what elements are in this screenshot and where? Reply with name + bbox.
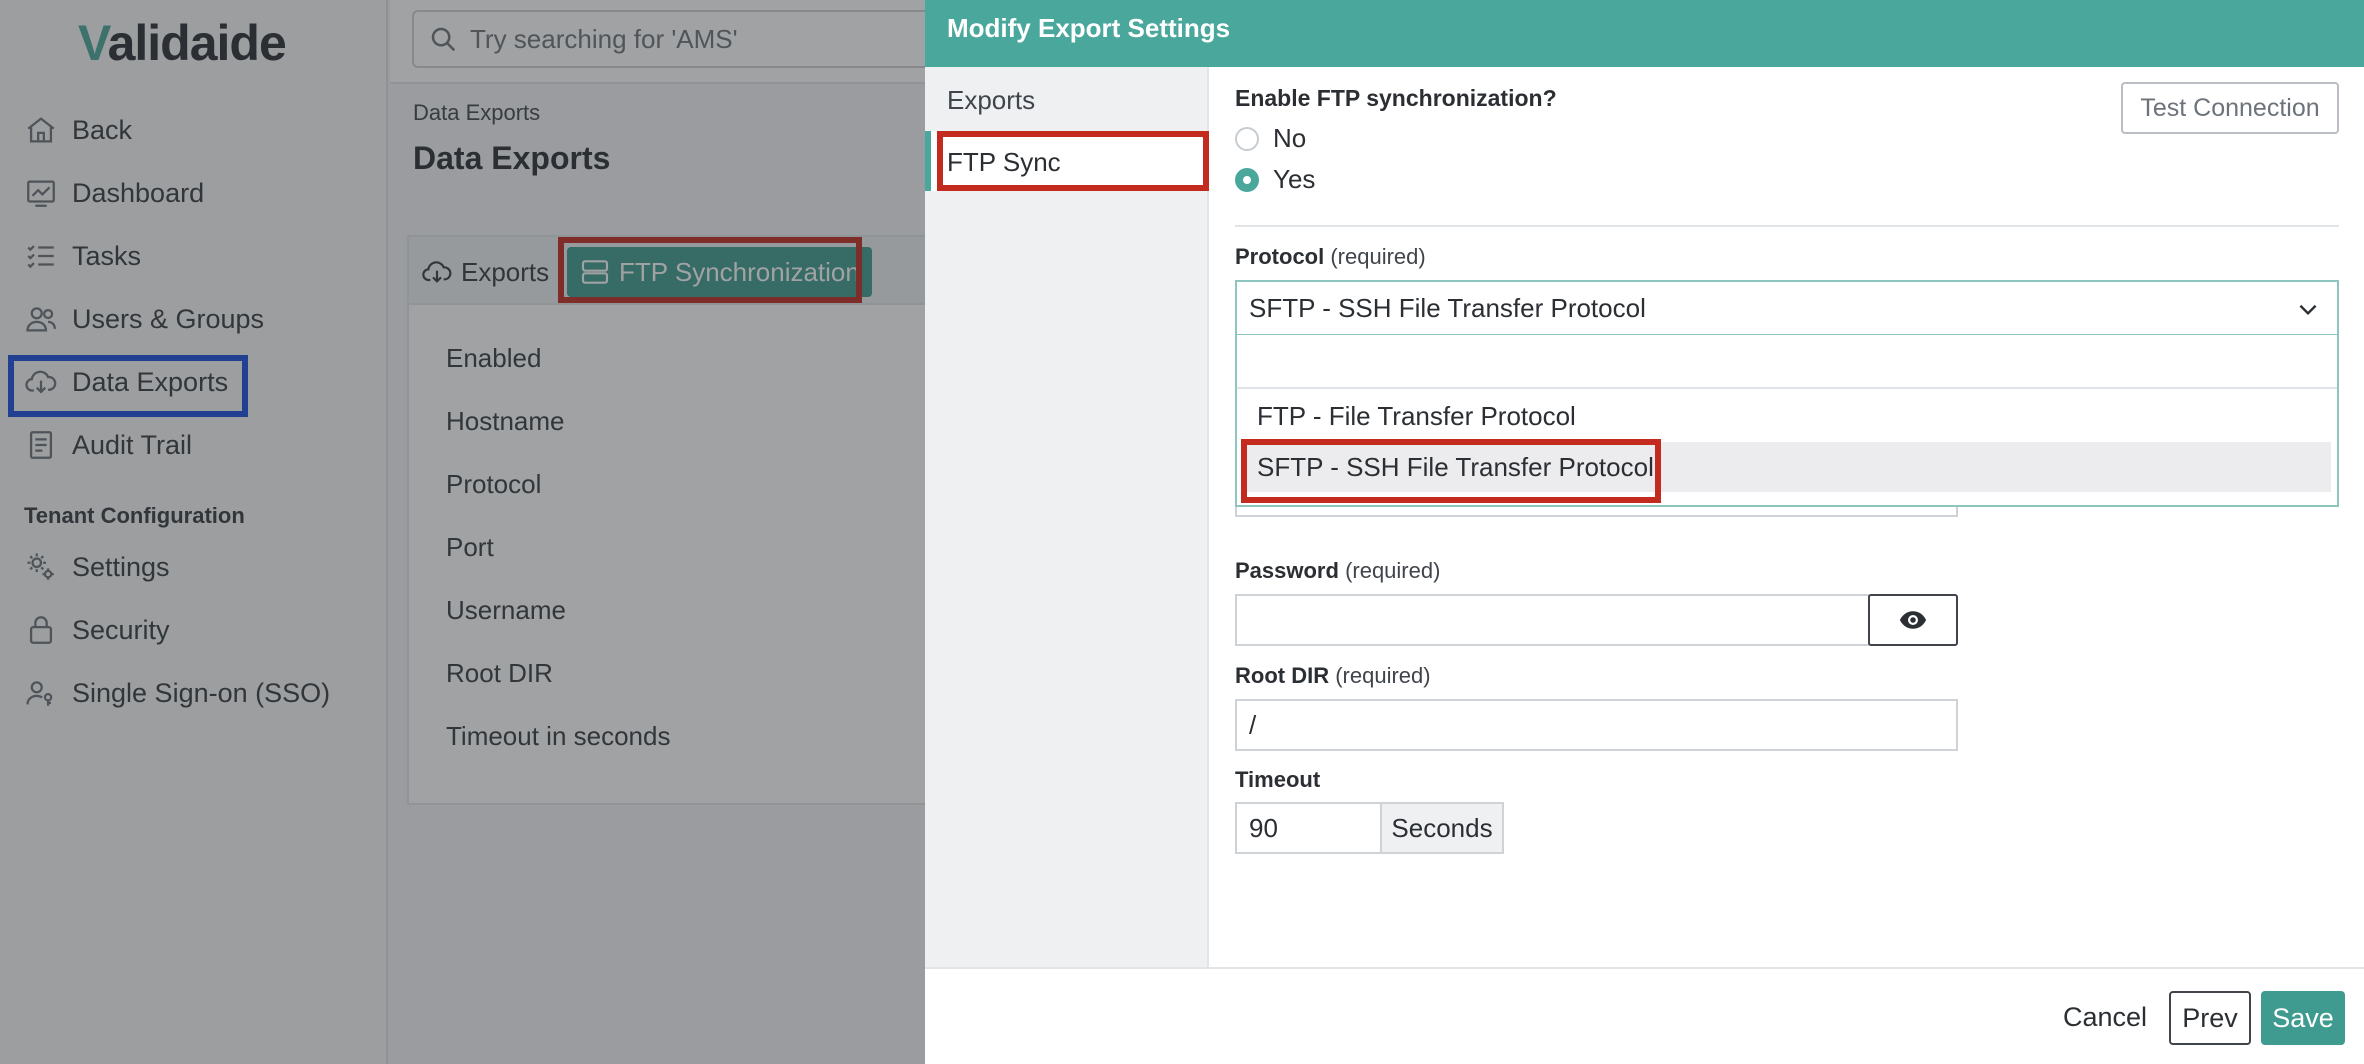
timeout-field[interactable]: 90 <box>1235 802 1382 854</box>
dropdown-option-ftp[interactable]: FTP - File Transfer Protocol <box>1257 401 1576 432</box>
highlight-box-sftp-option <box>1241 439 1661 503</box>
modal-title: Modify Export Settings <box>925 0 2364 67</box>
modal-content: Enable FTP synchronization? Test Connect… <box>1235 67 2345 967</box>
timeout-label: Timeout <box>1235 767 1321 792</box>
radio-label: No <box>1273 123 1307 153</box>
root-dir-value: / <box>1249 709 1257 740</box>
cancel-button[interactable]: Cancel <box>2055 991 2155 1043</box>
timeout-value: 90 <box>1249 812 1278 843</box>
radio-label: Yes <box>1273 164 1316 194</box>
side-item-exports[interactable]: Exports <box>947 85 1035 116</box>
save-button[interactable]: Save <box>2261 991 2345 1045</box>
eye-icon <box>1898 605 1928 635</box>
protocol-select[interactable]: SFTP - SSH File Transfer Protocol <box>1235 280 2339 336</box>
prev-button[interactable]: Prev <box>2169 991 2251 1045</box>
radio-circle[interactable] <box>1235 126 1259 151</box>
radio-yes[interactable]: Yes <box>1235 164 1315 195</box>
root-dir-label: Root DIR (required) <box>1235 663 1431 688</box>
password-field[interactable] <box>1235 594 1870 646</box>
root-dir-field[interactable]: / <box>1235 699 1958 751</box>
password-label: Password (required) <box>1235 558 1441 583</box>
test-connection-button[interactable]: Test Connection <box>2121 82 2339 134</box>
protocol-label: Protocol (required) <box>1235 244 1426 269</box>
radio-circle-checked[interactable] <box>1235 167 1259 192</box>
radio-no[interactable]: No <box>1235 123 1306 154</box>
modify-export-settings-modal: Modify Export Settings Exports FTP Sync … <box>925 0 2364 1064</box>
toggle-password-button[interactable] <box>1868 594 1958 646</box>
protocol-dropdown: FTP - File Transfer Protocol SFTP - SSH … <box>1235 335 2339 507</box>
modal-side-nav: Exports FTP Sync <box>925 67 1209 967</box>
timeout-unit-addon: Seconds <box>1380 802 1504 854</box>
protocol-select-value: SFTP - SSH File Transfer Protocol <box>1249 292 1646 323</box>
chevron-down-icon <box>2295 296 2321 322</box>
modal-backdrop[interactable] <box>0 0 925 1064</box>
enable-ftp-question: Enable FTP synchronization? <box>1235 85 1557 111</box>
highlight-box-ftp-sync <box>937 131 1209 191</box>
modal-footer: Cancel Prev Save <box>925 967 2364 1064</box>
divider <box>1235 225 2339 227</box>
dropdown-search-input[interactable] <box>1237 335 2337 389</box>
